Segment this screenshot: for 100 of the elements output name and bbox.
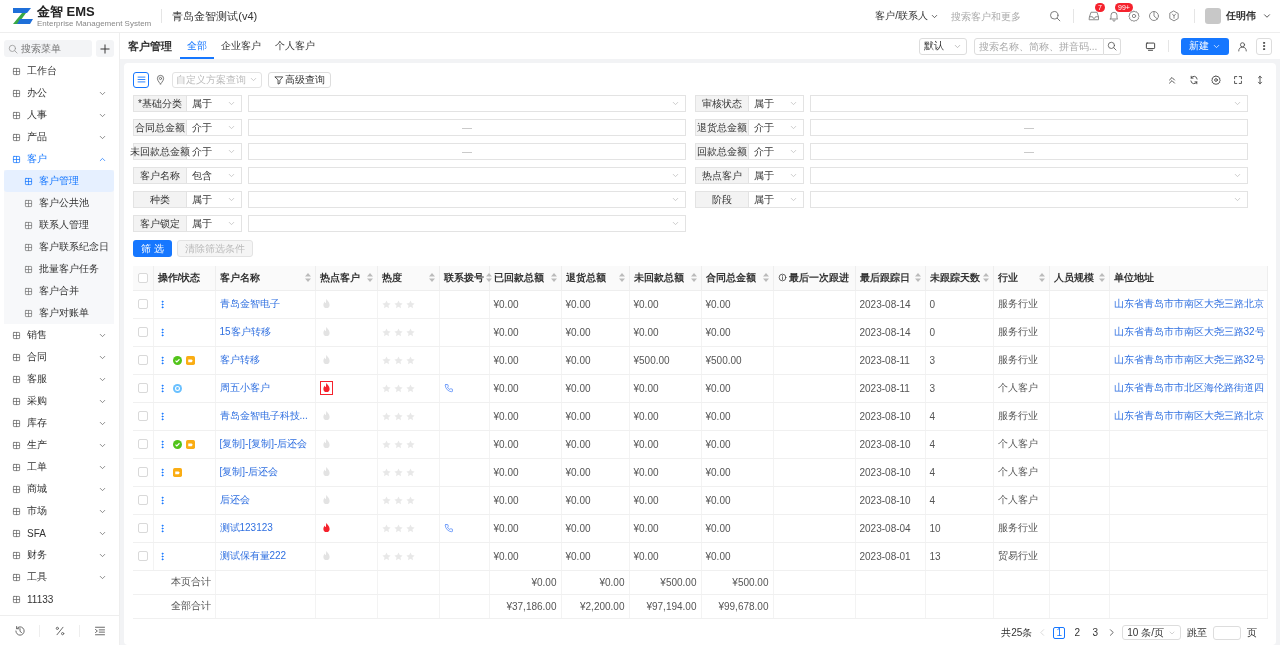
phone-icon[interactable] <box>443 383 454 393</box>
sort-icon[interactable] <box>982 273 989 283</box>
list-view-button[interactable] <box>133 71 149 88</box>
user-name[interactable]: 任明伟 <box>1226 9 1256 23</box>
sidebar-item[interactable]: SFA <box>0 522 119 544</box>
checkbox[interactable] <box>137 299 148 309</box>
operator-select[interactable]: 属于 <box>749 167 804 184</box>
sidebar-item[interactable]: 库存 <box>0 412 119 434</box>
more-button[interactable] <box>1256 37 1272 55</box>
sort-icon[interactable] <box>1038 273 1045 283</box>
menu-search-field[interactable]: 搜索菜单 <box>4 40 92 57</box>
sidebar-item[interactable]: 市场 <box>0 500 119 522</box>
view-select[interactable]: 默认 <box>919 37 967 55</box>
checkbox[interactable] <box>137 495 148 505</box>
settings-icon[interactable] <box>1211 74 1221 85</box>
value-select[interactable] <box>248 191 686 208</box>
sidebar-item[interactable]: 工作台 <box>0 60 119 82</box>
sidebar-subitem[interactable]: 客户公共池 <box>4 192 114 214</box>
tab[interactable]: 全部 <box>180 33 214 59</box>
operator-select[interactable]: 包含 <box>187 167 242 184</box>
sidebar-item[interactable]: 合同 <box>0 346 119 368</box>
operator-select[interactable]: 属于 <box>749 95 804 112</box>
inbox-icon[interactable] <box>1088 10 1100 22</box>
operator-select[interactable]: 属于 <box>749 191 804 208</box>
sort-icon[interactable] <box>366 273 373 283</box>
value-select[interactable] <box>810 167 1248 184</box>
sidebar-item[interactable]: 客户 <box>0 148 119 170</box>
percent-icon[interactable] <box>53 624 66 637</box>
sidebar-subitem[interactable]: 批量客户任务 <box>4 258 114 280</box>
page-input[interactable] <box>1213 625 1241 640</box>
settings-icon[interactable] <box>1128 10 1140 22</box>
chevron-right-icon[interactable] <box>1107 628 1117 637</box>
bell-icon[interactable] <box>1108 10 1120 22</box>
add-button[interactable] <box>96 40 114 57</box>
table-cell[interactable]: 山东省青岛市市南区大尧三路32号 <box>1109 346 1267 374</box>
value-select[interactable] <box>810 191 1248 208</box>
checkbox[interactable] <box>137 272 148 283</box>
sort-icon[interactable] <box>428 273 435 283</box>
vertical-arrows-icon[interactable] <box>1255 74 1265 85</box>
sort-icon[interactable] <box>304 273 311 283</box>
location-pin-icon[interactable] <box>155 74 166 85</box>
sidebar-subitem[interactable]: 客户对账单 <box>4 302 114 324</box>
double-chevron-up-icon[interactable] <box>1167 74 1177 85</box>
sidebar-subitem[interactable]: 客户合并 <box>4 280 114 302</box>
pie-chart-icon[interactable] <box>1148 10 1160 22</box>
operator-select[interactable]: 介于 <box>187 119 242 136</box>
search-icon[interactable] <box>1049 10 1061 22</box>
page-button[interactable]: 3 <box>1089 626 1102 639</box>
monitor-icon[interactable] <box>1145 40 1156 52</box>
customer-name-link[interactable]: 青岛金智电子科技... <box>215 402 315 430</box>
tab[interactable]: 企业客户 <box>214 33 268 59</box>
history-icon[interactable] <box>13 624 26 637</box>
sidebar-item[interactable]: 工具 <box>0 566 119 588</box>
indent-icon[interactable] <box>93 624 106 637</box>
sidebar-item[interactable]: 办公 <box>0 82 119 104</box>
sort-icon[interactable] <box>1098 273 1105 283</box>
sort-icon[interactable] <box>618 273 625 283</box>
sidebar-item[interactable]: 人事 <box>0 104 119 126</box>
checkbox[interactable] <box>137 439 148 449</box>
page-button[interactable]: 1 <box>1053 626 1066 639</box>
filter-button[interactable]: 筛 选 <box>133 240 172 257</box>
sidebar-item[interactable]: 销售 <box>0 324 119 346</box>
sidebar-item[interactable]: 采购 <box>0 390 119 412</box>
sort-icon[interactable] <box>914 273 921 283</box>
phone-icon[interactable] <box>443 523 454 533</box>
sidebar-item[interactable]: 生产 <box>0 434 119 456</box>
table-cell[interactable]: 山东省青岛市市北区海伦路街道四 <box>1109 374 1267 402</box>
customer-name-link[interactable]: 15客户转移 <box>215 318 315 346</box>
customer-name-link[interactable]: 客户转移 <box>215 346 315 374</box>
value-select[interactable] <box>248 215 686 232</box>
sort-icon[interactable] <box>550 273 557 283</box>
sort-icon[interactable] <box>690 273 697 283</box>
search-button[interactable] <box>1104 37 1121 55</box>
customer-name-link[interactable]: 后还会 <box>215 486 315 514</box>
checkbox[interactable] <box>137 523 148 533</box>
new-button[interactable]: 新建 <box>1181 37 1229 55</box>
checkbox[interactable] <box>137 467 148 477</box>
sidebar-item[interactable]: 客服 <box>0 368 119 390</box>
sort-icon[interactable] <box>762 273 769 283</box>
search-scope-select[interactable]: 客户/联系人 <box>875 9 939 23</box>
refresh-icon[interactable] <box>1189 74 1199 85</box>
customer-name-link[interactable]: 测试123123 <box>215 514 315 542</box>
avatar[interactable] <box>1205 8 1221 24</box>
table-cell[interactable]: 山东省青岛市市南区大尧三路北京 <box>1109 402 1267 430</box>
value-select[interactable] <box>810 95 1248 112</box>
checkbox[interactable] <box>137 355 148 365</box>
sidebar-item[interactable]: 11133 <box>0 588 119 610</box>
customer-name-link[interactable]: [复制]-[复制]-后还会 <box>215 430 315 458</box>
customer-name-link[interactable]: [复制]-后还会 <box>215 458 315 486</box>
operator-select[interactable]: 属于 <box>187 95 242 112</box>
sidebar-item[interactable]: 产品 <box>0 126 119 148</box>
sidebar-subitem[interactable]: 联系人管理 <box>4 214 114 236</box>
checkbox[interactable] <box>137 411 148 421</box>
user-icon[interactable] <box>1237 40 1248 52</box>
table-cell[interactable]: 山东省青岛市市南区大尧三路北京 <box>1109 290 1267 318</box>
flame-icon[interactable] <box>319 381 333 395</box>
sidebar-subitem[interactable]: 客户管理 <box>4 170 114 192</box>
sidebar-item[interactable]: 商城 <box>0 478 119 500</box>
table-cell[interactable]: 山东省青岛市市南区大尧三路32号 <box>1109 318 1267 346</box>
checkbox[interactable] <box>137 327 148 337</box>
